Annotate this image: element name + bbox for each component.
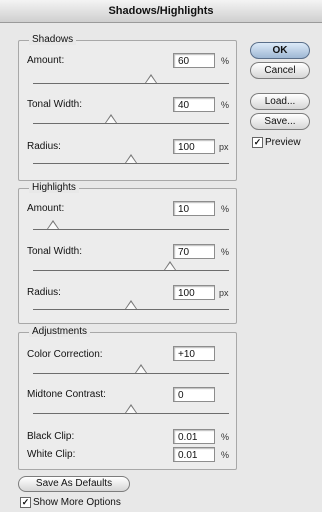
adjustments-legend: Adjustments <box>29 326 91 337</box>
midtone-contrast-label: Midtone Contrast: <box>27 389 106 400</box>
highlights-radius-label: Radius: <box>27 287 61 298</box>
shadows-tonal-width-label: Tonal Width: <box>27 99 83 110</box>
preview-label: Preview <box>265 137 301 148</box>
checkmark-icon: ✓ <box>253 137 262 147</box>
shadows-amount-input[interactable]: 60 <box>173 53 215 68</box>
shadows-tonal-width-input[interactable]: 40 <box>173 97 215 112</box>
highlights-tonal-width-input[interactable]: 70 <box>173 244 215 259</box>
black-clip-input[interactable]: 0.01 <box>173 429 215 444</box>
black-clip-label: Black Clip: <box>27 431 75 442</box>
white-clip-input[interactable]: 0.01 <box>173 447 215 462</box>
ok-button[interactable]: OK <box>250 42 310 59</box>
color-correction-label: Color Correction: <box>27 349 103 360</box>
highlights-tonal-width-slider[interactable] <box>33 261 229 271</box>
highlights-tonal-width-unit: % <box>221 247 230 257</box>
highlights-legend: Highlights <box>29 182 79 193</box>
shadows-radius-label: Radius: <box>27 141 61 152</box>
save-button[interactable]: Save... <box>250 113 310 130</box>
dialog-title: Shadows/Highlights <box>0 0 322 23</box>
highlights-radius-input[interactable]: 100 <box>173 285 215 300</box>
midtone-contrast-input[interactable]: 0 <box>173 387 215 402</box>
shadows-amount-unit: % <box>221 56 230 66</box>
preview-checkbox[interactable]: ✓ <box>252 137 263 148</box>
midtone-contrast-slider[interactable] <box>33 404 229 414</box>
highlights-amount-unit: % <box>221 204 230 214</box>
white-clip-label: White Clip: <box>27 449 76 460</box>
color-correction-input[interactable]: +10 <box>173 346 215 361</box>
shadows-legend: Shadows <box>29 34 77 45</box>
shadows-tonal-width-slider[interactable] <box>33 114 229 124</box>
shadows-amount-label: Amount: <box>27 55 65 66</box>
cancel-button[interactable]: Cancel <box>250 62 310 79</box>
highlights-tonal-width-label: Tonal Width: <box>27 246 83 257</box>
show-more-options-checkbox[interactable]: ✓ <box>20 497 31 508</box>
shadows-group: Shadows Amount: 60 % Tonal Width: 40 % R… <box>18 34 237 181</box>
highlights-amount-slider[interactable] <box>33 220 229 230</box>
shadows-radius-slider[interactable] <box>33 154 229 164</box>
highlights-group: Highlights Amount: 10 % Tonal Width: 70 … <box>18 182 237 324</box>
shadows-amount-slider[interactable] <box>33 74 229 84</box>
save-as-defaults-button[interactable]: Save As Defaults <box>18 476 130 492</box>
highlights-radius-slider[interactable] <box>33 300 229 310</box>
shadows-tonal-width-unit: % <box>221 100 230 110</box>
load-button[interactable]: Load... <box>250 93 310 110</box>
black-clip-unit: % <box>221 432 230 442</box>
highlights-radius-unit: px <box>219 288 229 298</box>
shadows-radius-input[interactable]: 100 <box>173 139 215 154</box>
color-correction-slider[interactable] <box>33 364 229 374</box>
show-more-options-label: Show More Options <box>33 497 121 508</box>
checkmark-icon: ✓ <box>21 497 30 507</box>
adjustments-group: Adjustments Color Correction: +10 Midton… <box>18 326 237 470</box>
highlights-amount-input[interactable]: 10 <box>173 201 215 216</box>
white-clip-unit: % <box>221 450 230 460</box>
highlights-amount-label: Amount: <box>27 203 65 214</box>
shadows-radius-unit: px <box>219 142 229 152</box>
